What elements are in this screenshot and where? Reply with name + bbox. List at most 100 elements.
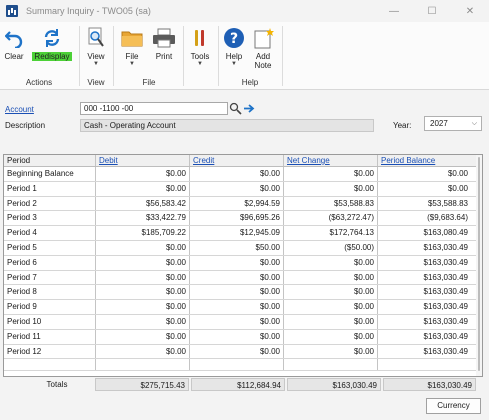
cell-net-change: $0.00 xyxy=(284,300,378,314)
column-header-net-change[interactable]: Net Change xyxy=(284,155,378,166)
cell-credit: $2,994.59 xyxy=(190,196,284,211)
cell-net-change: ($63,272.47) xyxy=(284,211,378,226)
cell-net-change: $0.00 xyxy=(284,344,378,359)
column-header-period: Period xyxy=(4,155,96,166)
cell-net-change: $0.00 xyxy=(284,285,378,300)
cell-debit: $0.00 xyxy=(96,314,190,329)
file-button[interactable]: File ▼ xyxy=(120,25,144,67)
account-input[interactable]: 000 -1100 -00 xyxy=(80,102,228,115)
help-button[interactable]: ? Help ▼ xyxy=(222,25,246,67)
total-debit: $275,715.43 xyxy=(95,378,189,391)
cell-debit: $0.00 xyxy=(96,181,190,196)
grid-header: Period Debit Credit Net Change Period Ba… xyxy=(4,155,482,167)
cell-period: Period 6 xyxy=(4,255,96,270)
close-button[interactable]: ✕ xyxy=(451,0,489,22)
maximize-button[interactable]: ☐ xyxy=(413,0,451,22)
column-header-debit[interactable]: Debit xyxy=(96,155,190,166)
cell-net-change: $0.00 xyxy=(284,167,378,181)
table-row[interactable]: Period 6 $0.00 $0.00 $0.00 $163,030.49 xyxy=(4,255,482,271)
cell-net-change: $0.00 xyxy=(284,181,378,196)
account-link[interactable]: Account xyxy=(5,105,34,114)
cell-debit: $0.00 xyxy=(96,240,190,255)
lookup-icon[interactable] xyxy=(229,102,242,115)
arrow-right-icon[interactable] xyxy=(243,102,255,115)
refresh-icon xyxy=(30,25,74,51)
cell-period: Period 11 xyxy=(4,329,96,344)
cell-net-change: $0.00 xyxy=(284,270,378,285)
chevron-down-icon: ⌵ xyxy=(471,120,477,127)
table-row[interactable]: Period 9 $0.00 $0.00 $0.00 $163,030.49 xyxy=(4,300,482,315)
group-label-file: File xyxy=(142,78,156,87)
undo-icon xyxy=(3,25,25,51)
ribbon-separator xyxy=(218,26,219,86)
clear-button[interactable]: Clear xyxy=(3,25,25,61)
cell-period-balance: $163,030.49 xyxy=(423,346,469,356)
table-row[interactable]: Period 11 $0.00 $0.00 $0.00 $163,030.49 xyxy=(4,329,482,345)
file-label: File xyxy=(125,52,139,61)
table-row[interactable]: Period 5 $0.00 $50.00 ($50.00) $163,030.49 xyxy=(4,240,482,256)
table-row[interactable]: Period 3 $33,422.79 $96,695.26 ($63,272.47)… xyxy=(4,211,482,227)
table-row[interactable]: Beginning Balance $0.00 $0.00 $0.00 $0.00 xyxy=(4,167,482,182)
cell-credit: $0.00 xyxy=(190,270,284,285)
column-header-credit[interactable]: Credit xyxy=(190,155,284,166)
table-row[interactable]: Period 12 $0.00 $0.00 $0.00 $163,030.49 xyxy=(4,344,482,360)
cell-credit: $50.00 xyxy=(190,240,284,255)
cell-period: Period 10 xyxy=(4,314,96,329)
cell-debit: $0.00 xyxy=(96,300,190,314)
vertical-scrollbar[interactable] xyxy=(476,155,482,376)
group-label-view: View xyxy=(87,78,105,87)
view-button[interactable]: View ▼ xyxy=(84,25,108,67)
table-row[interactable]: Period 8 $0.00 $0.00 $0.00 $163,030.49 xyxy=(4,285,482,301)
cell-credit: $0.00 xyxy=(190,285,284,300)
table-row[interactable]: Period 10 $0.00 $0.00 $0.00 $163,030.49 xyxy=(4,314,482,330)
cell-period-balance: $163,030.49 xyxy=(423,272,469,282)
table-row[interactable]: Period 1 $0.00 $0.00 $0.00 $0.00 xyxy=(4,181,482,197)
cell-credit: $0.00 xyxy=(190,314,284,329)
window-title: Summary Inquiry - TWO05 (sa) xyxy=(26,6,151,16)
cell-net-change: $0.00 xyxy=(284,255,378,270)
chevron-down-icon: ▼ xyxy=(93,61,99,67)
table-row[interactable]: Period 2 $56,583.42 $2,994.59 $53,588.83 $53… xyxy=(4,196,482,212)
table-row[interactable]: Period 7 $0.00 $0.00 $0.00 $163,030.49 xyxy=(4,270,482,286)
tools-button[interactable]: Tools ▼ xyxy=(187,25,213,67)
redisplay-label: Redisplay xyxy=(32,52,72,61)
cell-credit: $0.00 xyxy=(190,344,284,359)
chevron-down-icon: ▼ xyxy=(129,61,135,67)
cell-credit: $0.00 xyxy=(190,300,284,314)
summary-grid: Period Debit Credit Net Change Period Ba… xyxy=(3,154,483,377)
currency-button[interactable]: Currency xyxy=(426,398,481,414)
table-row-empty xyxy=(4,359,482,372)
chevron-down-icon: ▼ xyxy=(231,61,237,67)
add-note-button[interactable]: Add Note xyxy=(250,25,276,70)
folder-icon xyxy=(120,25,144,51)
print-label: Print xyxy=(155,52,173,61)
cell-period-balance: ($9,683.64) xyxy=(427,213,468,223)
year-label: Year: xyxy=(393,121,412,130)
view-label: View xyxy=(87,52,105,61)
cell-period-balance: $163,030.49 xyxy=(423,331,469,341)
grid-body: Beginning Balance $0.00 $0.00 $0.00 $0.00 Per… xyxy=(4,167,482,360)
cell-credit: $96,695.26 xyxy=(190,211,284,226)
cell-period-balance: $163,030.49 xyxy=(423,257,469,267)
cell-period-balance: $163,030.49 xyxy=(423,302,469,312)
cell-credit: $0.00 xyxy=(190,255,284,270)
ribbon-separator xyxy=(113,26,114,86)
magnifier-page-icon xyxy=(84,25,108,51)
cell-period-balance: $0.00 xyxy=(447,183,468,193)
redisplay-button[interactable]: Redisplay xyxy=(30,25,74,61)
table-row[interactable]: Period 4 $185,709.22 $12,945.09 $172,764.13… xyxy=(4,226,482,241)
cell-net-change: $53,588.83 xyxy=(284,196,378,211)
title-bar: Summary Inquiry - TWO05 (sa) — ☐ ✕ xyxy=(0,0,489,22)
cell-period-balance: $163,080.49 xyxy=(423,228,469,238)
ribbon-separator xyxy=(183,26,184,86)
cell-debit: $0.00 xyxy=(96,255,190,270)
cell-debit: $0.00 xyxy=(96,270,190,285)
app-icon xyxy=(6,5,18,17)
cell-period: Beginning Balance xyxy=(4,167,96,181)
year-select[interactable]: 2027 ⌵ xyxy=(424,116,482,131)
cell-period: Period 8 xyxy=(4,285,96,300)
cell-period: Period 4 xyxy=(4,226,96,240)
minimize-button[interactable]: — xyxy=(375,0,413,22)
column-header-period-balance[interactable]: Period Balance xyxy=(378,155,471,166)
print-button[interactable]: Print xyxy=(150,25,178,61)
